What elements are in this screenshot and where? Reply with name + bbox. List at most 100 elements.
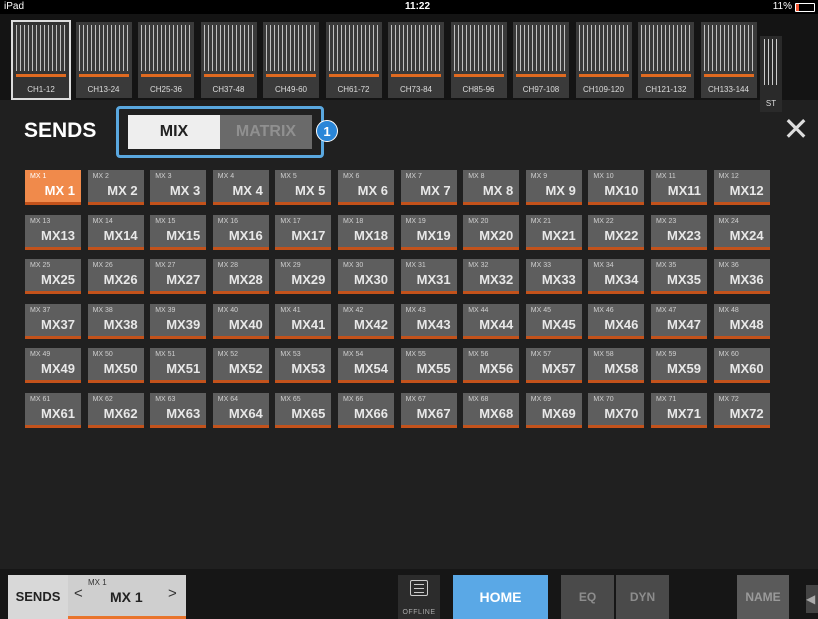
mix-button[interactable]: MX 3 MX 3 — [150, 170, 207, 205]
mix-button[interactable]: MX 48 MX48 — [713, 303, 770, 339]
menu-button[interactable]: OFFLINE — [398, 575, 440, 619]
channel-bank-6[interactable]: CH61-72 — [325, 22, 382, 98]
mix-button[interactable]: MX 46 MX46 — [588, 303, 645, 339]
mix-button[interactable]: MX 36 MX36 — [713, 259, 770, 294]
mix-button[interactable]: MX 70 MX70 — [588, 392, 645, 428]
mix-button[interactable]: MX 64 MX64 — [212, 392, 269, 428]
mix-button[interactable]: MX 4 MX 4 — [212, 170, 269, 205]
next-mix-button[interactable]: > — [168, 585, 177, 602]
channel-bank-3[interactable]: CH25-36 — [138, 22, 194, 98]
mix-button[interactable]: MX 61 MX61 — [25, 392, 81, 428]
name-button[interactable]: NAME — [737, 575, 789, 619]
mix-button[interactable]: MX 12 MX12 — [713, 170, 770, 205]
mix-button[interactable]: MX 25 MX25 — [25, 259, 81, 294]
mix-button[interactable]: MX 33 MX33 — [525, 259, 582, 294]
mix-button[interactable]: MX 69 MX69 — [525, 392, 582, 428]
mix-button[interactable]: MX 62 MX62 — [87, 392, 144, 428]
mix-button[interactable]: MX 24 MX24 — [713, 214, 770, 250]
mix-button[interactable]: MX 2 MX 2 — [87, 170, 144, 205]
mix-button[interactable]: MX 34 MX34 — [588, 259, 645, 294]
channel-bank-11[interactable]: CH121-132 — [638, 22, 694, 98]
side-panel-tab-icon[interactable]: ◀ — [806, 585, 818, 613]
channel-bank-2[interactable]: CH13-24 — [75, 22, 132, 98]
channel-bank-5[interactable]: CH49-60 — [263, 22, 319, 98]
mix-button[interactable]: MX 56 MX56 — [463, 348, 520, 383]
mix-button[interactable]: MX 50 MX50 — [87, 348, 144, 383]
mix-button[interactable]: MX 18 MX18 — [338, 214, 394, 250]
mix-button[interactable]: MX 65 MX65 — [275, 392, 332, 428]
mix-button[interactable]: MX 66 MX66 — [338, 392, 394, 428]
matrix-tab[interactable]: MATRIX — [220, 115, 312, 149]
prev-mix-button[interactable]: < — [74, 585, 83, 602]
channel-bank-12[interactable]: CH133-144 — [700, 22, 757, 98]
channel-bank-9[interactable]: CH97-108 — [513, 22, 569, 98]
mix-button[interactable]: MX 52 MX52 — [212, 348, 269, 383]
mix-button[interactable]: MX 59 MX59 — [651, 348, 707, 383]
mix-button[interactable]: MX 6 MX 6 — [338, 170, 394, 205]
mix-button[interactable]: MX 38 MX38 — [87, 303, 144, 339]
mix-button[interactable]: MX 5 MX 5 — [275, 170, 332, 205]
channel-bank-10[interactable]: CH109-120 — [575, 22, 632, 98]
mix-button[interactable]: MX 30 MX30 — [338, 259, 394, 294]
eq-button[interactable]: EQ — [561, 575, 614, 619]
mix-number: MX 27 — [155, 262, 176, 269]
mix-button[interactable]: MX 10 MX10 — [588, 170, 645, 205]
dyn-button[interactable]: DYN — [616, 575, 669, 619]
channel-bank-1[interactable]: CH1-12 — [11, 20, 71, 100]
mix-button[interactable]: MX 14 MX14 — [87, 214, 144, 250]
mix-button[interactable]: MX 45 MX45 — [525, 303, 582, 339]
mix-button[interactable]: MX 49 MX49 — [25, 348, 81, 383]
mix-name: MX29 — [291, 272, 326, 287]
mix-button[interactable]: MX 51 MX51 — [150, 348, 207, 383]
mix-button[interactable]: MX 28 MX28 — [212, 259, 269, 294]
mix-button[interactable]: MX 43 MX43 — [400, 303, 457, 339]
mix-button[interactable]: MX 47 MX47 — [651, 303, 707, 339]
mix-button[interactable]: MX 20 MX20 — [463, 214, 520, 250]
mix-button[interactable]: MX 55 MX55 — [400, 348, 457, 383]
mix-button[interactable]: MX 19 MX19 — [400, 214, 457, 250]
home-button[interactable]: HOME — [453, 575, 548, 619]
mix-button[interactable]: MX 26 MX26 — [87, 259, 144, 294]
mix-button[interactable]: MX 13 MX13 — [25, 214, 81, 250]
mix-button[interactable]: MX 15 MX15 — [150, 214, 207, 250]
mix-button[interactable]: MX 17 MX17 — [275, 214, 332, 250]
mix-button[interactable]: MX 57 MX57 — [525, 348, 582, 383]
mix-button[interactable]: MX 9 MX 9 — [525, 170, 582, 205]
mix-button[interactable]: MX 44 MX44 — [463, 303, 520, 339]
mix-button[interactable]: MX 67 MX67 — [400, 392, 457, 428]
mix-button[interactable]: MX 39 MX39 — [150, 303, 207, 339]
mix-button[interactable]: MX 54 MX54 — [338, 348, 394, 383]
mix-button[interactable]: MX 72 MX72 — [713, 392, 770, 428]
mix-button[interactable]: MX 40 MX40 — [212, 303, 269, 339]
mix-button[interactable]: MX 37 MX37 — [25, 303, 81, 339]
mix-tab[interactable]: MIX — [128, 115, 220, 149]
channel-bank-8[interactable]: CH85-96 — [450, 22, 507, 98]
mix-button[interactable]: MX 7 MX 7 — [400, 170, 457, 205]
mix-button[interactable]: MX 23 MX23 — [651, 214, 707, 250]
mix-button[interactable]: MX 11 MX11 — [651, 170, 707, 205]
mix-button[interactable]: MX 68 MX68 — [463, 392, 520, 428]
mix-button[interactable]: MX 71 MX71 — [651, 392, 707, 428]
mix-button[interactable]: MX 42 MX42 — [338, 303, 394, 339]
channel-bank-7[interactable]: CH73-84 — [388, 22, 444, 98]
mix-button[interactable]: MX 60 MX60 — [713, 348, 770, 383]
mix-button[interactable]: MX 21 MX21 — [525, 214, 582, 250]
sends-button[interactable]: SENDS — [8, 575, 68, 619]
mix-button[interactable]: MX 1 MX 1 — [25, 170, 81, 205]
mix-button[interactable]: MX 53 MX53 — [275, 348, 332, 383]
mix-button[interactable]: MX 8 MX 8 — [463, 170, 520, 205]
mix-button[interactable]: MX 63 MX63 — [150, 392, 207, 428]
mix-button[interactable]: MX 29 MX29 — [275, 259, 332, 294]
mix-button[interactable]: MX 22 MX22 — [588, 214, 645, 250]
stereo-bank[interactable]: ST — [760, 36, 782, 112]
mix-button[interactable]: MX 16 MX16 — [212, 214, 269, 250]
mix-name: MX 3 — [169, 183, 201, 198]
close-icon[interactable]: ✕ — [779, 112, 813, 146]
mix-button[interactable]: MX 31 MX31 — [400, 259, 457, 294]
mix-button[interactable]: MX 32 MX32 — [463, 259, 520, 294]
mix-button[interactable]: MX 27 MX27 — [150, 259, 207, 294]
mix-button[interactable]: MX 41 MX41 — [275, 303, 332, 339]
mix-button[interactable]: MX 35 MX35 — [651, 259, 707, 294]
mix-button[interactable]: MX 58 MX58 — [588, 348, 645, 383]
channel-bank-4[interactable]: CH37-48 — [200, 22, 257, 98]
